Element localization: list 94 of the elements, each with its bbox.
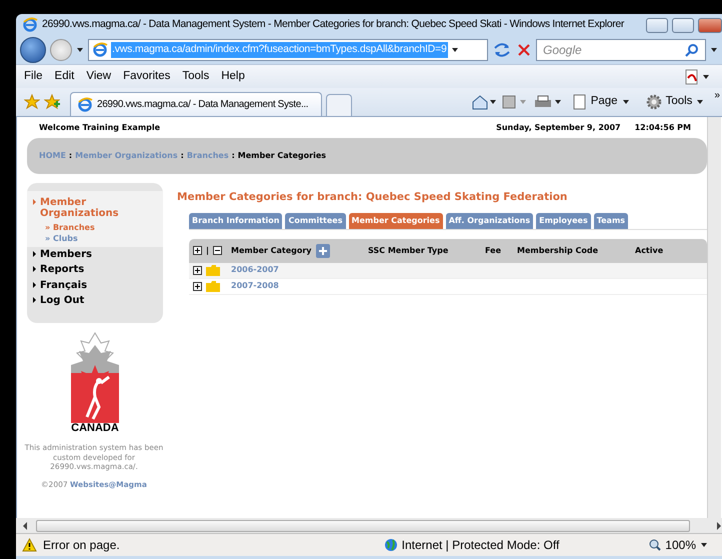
add-favorite-icon[interactable] <box>44 94 60 110</box>
tools-menu-button[interactable]: Tools <box>640 93 710 111</box>
folder-icon <box>206 264 220 276</box>
zoom-button[interactable]: 100% <box>649 536 708 554</box>
column-header: Fee <box>485 246 501 256</box>
category-link[interactable]: 2007-2008 <box>231 281 279 292</box>
dropdown-caret-icon <box>622 98 630 106</box>
plus-icon <box>318 246 327 255</box>
warning-icon[interactable] <box>22 538 37 552</box>
menu-item[interactable]: Tools <box>176 68 216 86</box>
page-icon <box>77 96 93 112</box>
breadcrumb-current: Member Categories <box>238 150 326 160</box>
column-header: SSC Member Type <box>368 246 448 256</box>
date-text: Sunday, September 9, 2007 <box>496 123 621 133</box>
search-field[interactable]: Google <box>536 39 706 61</box>
tab[interactable]: Aff. Organizations <box>446 213 534 229</box>
zoom-icon <box>649 539 662 551</box>
printer-icon[interactable] <box>532 94 563 110</box>
page-icon <box>572 94 587 110</box>
scroll-left-icon[interactable] <box>22 522 28 530</box>
arrow-icon <box>33 282 36 288</box>
sidebar-subitem[interactable]: » Clubs <box>27 233 163 245</box>
back-button[interactable] <box>20 37 46 63</box>
refresh-icon[interactable] <box>492 41 512 59</box>
window-title: 26990.vws.magma.ca/ - Data Management System - Member Categories for branch: Quebec Speed Skati - Windows Internet Explorer <box>42 17 626 32</box>
vertical-scrollbar[interactable] <box>707 117 721 518</box>
sidebar-item[interactable]: Log Out <box>27 293 163 309</box>
arrow-icon <box>33 266 36 272</box>
expand-all-icon[interactable] <box>193 246 202 256</box>
sidebar-item[interactable]: Reports <box>27 262 163 278</box>
logo-text: CANADA <box>70 422 120 435</box>
dropdown-caret-icon <box>700 541 708 549</box>
minimize-button[interactable] <box>646 18 668 32</box>
arrow-icon <box>33 198 36 205</box>
column-header: Member Category <box>231 246 312 256</box>
arrow-icon <box>33 297 36 304</box>
scroll-right-icon[interactable] <box>716 522 722 530</box>
breadcrumb-separator: : <box>180 150 184 160</box>
tab[interactable]: Teams <box>594 213 628 229</box>
collapse-all-icon[interactable] <box>212 246 222 256</box>
add-button[interactable] <box>316 244 330 258</box>
gear-icon <box>646 94 662 110</box>
breadcrumb-separator: : <box>68 150 72 160</box>
breadcrumb-link[interactable]: HOME <box>39 150 66 160</box>
search-placeholder: Google <box>543 42 582 59</box>
browser-tab[interactable]: 26990.vws.magma.ca/ - Data Management Syste... <box>70 92 322 116</box>
more-button[interactable]: » <box>714 88 720 103</box>
tab[interactable]: Committees <box>285 213 346 229</box>
page-heading: Member Categories for branch: Quebec Speed Skating Federation <box>177 190 568 204</box>
column-header: Membership Code <box>517 246 598 256</box>
menu-item[interactable]: Help <box>215 68 251 86</box>
menu-item[interactable]: File <box>18 68 49 86</box>
globe-icon <box>384 538 398 552</box>
sidebar-item[interactable]: Français <box>27 278 163 294</box>
page-icon <box>92 42 108 58</box>
expand-icon[interactable] <box>193 282 202 291</box>
dropdown-caret-icon[interactable] <box>450 46 459 54</box>
sidebar-subitem[interactable]: » Branches <box>27 222 163 234</box>
horizontal-scrollbar[interactable] <box>16 518 722 533</box>
url-text: .vws.magma.ca/admin/index.cfm?fuseaction=bmTypes.dspAll&branchID=9 <box>111 42 448 58</box>
category-link[interactable]: 2006-2007 <box>231 265 279 276</box>
maximize-button[interactable] <box>672 18 694 32</box>
dropdown-caret-icon <box>696 98 704 106</box>
search-icon[interactable] <box>685 43 699 57</box>
tab[interactable]: Member Categories <box>348 213 443 229</box>
document-icon[interactable] <box>684 68 712 84</box>
menu-item[interactable]: Favorites <box>117 68 176 86</box>
separator-text: | <box>206 246 209 256</box>
expand-icon[interactable] <box>193 266 202 275</box>
address-field[interactable]: .vws.magma.ca/admin/index.cfm?fuseaction=bmTypes.dspAll&branchID=9 <box>88 39 488 61</box>
home-icon[interactable] <box>470 94 497 110</box>
tab[interactable]: Branch Information <box>189 213 282 229</box>
folder-icon <box>206 280 220 292</box>
favorites-star-icon[interactable] <box>24 94 40 110</box>
breadcrumb-link[interactable]: Branches <box>186 150 229 160</box>
breadcrumb-link[interactable]: Member Organizations <box>75 150 178 160</box>
close-button[interactable] <box>698 18 722 32</box>
status-message: Error on page. <box>43 537 120 554</box>
page-menu-button[interactable]: Page <box>566 93 636 111</box>
stop-icon[interactable] <box>516 42 532 58</box>
dropdown-caret-icon[interactable] <box>76 46 84 54</box>
security-zone-text: Internet | Protected Mode: Off <box>402 537 560 554</box>
menu-item[interactable]: View <box>80 68 118 86</box>
browser-icon <box>22 17 38 33</box>
welcome-text: Welcome Training Example <box>39 123 160 133</box>
breadcrumb-separator: : <box>232 150 235 160</box>
arrow-icon <box>33 250 36 257</box>
menu-item[interactable]: Edit <box>48 68 80 86</box>
time-text: 12:04:56 PM <box>634 123 691 133</box>
dropdown-caret-icon[interactable] <box>710 46 718 54</box>
sidebar-item[interactable]: Member Organizations <box>27 194 163 222</box>
sidebar-item[interactable]: Members <box>27 246 163 262</box>
column-header: Active <box>635 246 664 256</box>
tab[interactable]: Employees <box>536 213 591 229</box>
